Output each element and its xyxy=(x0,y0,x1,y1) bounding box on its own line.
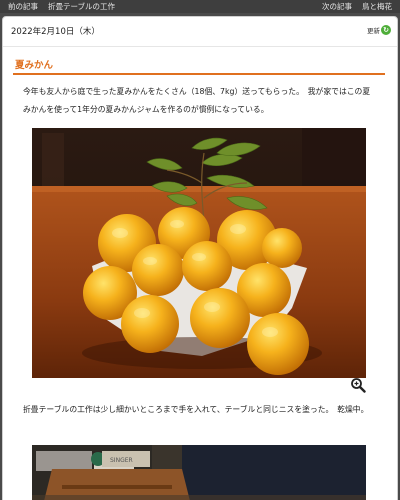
article-card: 2022年2月10日（木） 更新 ↻ 夏みかん 今年も友人から庭で生った夏みかん… xyxy=(2,16,398,500)
summer-orange-photo[interactable] xyxy=(32,128,366,378)
post-date: 2022年2月10日（木） xyxy=(11,27,100,37)
photo-singer-label: SINGER xyxy=(110,457,133,464)
post-title: 夏みかん xyxy=(15,60,54,71)
next-article-nav[interactable]: 次の記事 鳥と梅花 xyxy=(322,0,392,13)
post-paragraph-2: 折畳テーブルの工作は少し細かいところまで手を入れて、テーブルと同じニスを塗った。… xyxy=(23,405,369,414)
prev-article-label[interactable]: 前の記事 xyxy=(8,2,38,11)
zoom-icon[interactable] xyxy=(350,377,366,393)
post-paragraph-1: 今年も友人から庭で生った夏みかんをたくさん（18個、7kg）送ってもらった。 我… xyxy=(23,87,371,114)
title-underline xyxy=(13,73,385,75)
top-navigation: 前の記事 折畳テーブルの工作 次の記事 鳥と梅花 xyxy=(0,0,400,13)
prev-article-nav[interactable]: 前の記事 折畳テーブルの工作 xyxy=(8,0,115,13)
refresh-icon[interactable]: ↻ xyxy=(381,25,391,35)
update-link[interactable]: 更新 ↻ xyxy=(367,25,391,35)
folding-table-photo[interactable]: SINGER xyxy=(32,445,366,500)
update-label[interactable]: 更新 xyxy=(367,25,380,35)
prev-article-title[interactable]: 折畳テーブルの工作 xyxy=(48,2,115,11)
next-article-title[interactable]: 鳥と梅花 xyxy=(362,2,392,11)
next-article-label[interactable]: 次の記事 xyxy=(322,2,352,11)
header-divider xyxy=(3,46,397,47)
